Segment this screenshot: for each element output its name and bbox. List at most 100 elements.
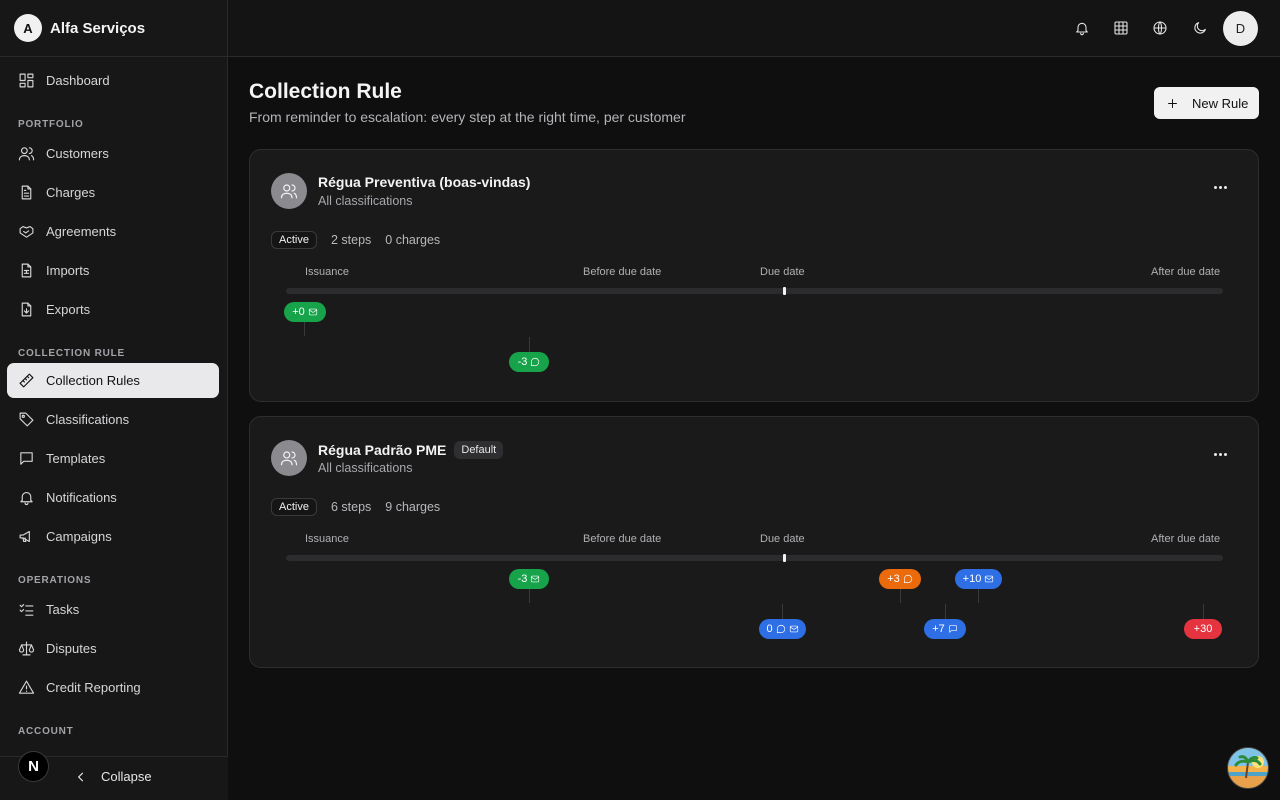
language-button[interactable] [1150, 18, 1170, 38]
theme-toggle[interactable] [1190, 18, 1210, 38]
section-portfolio: PORTFOLIO [18, 119, 84, 130]
dev-tools-badge[interactable]: N [18, 751, 49, 782]
timeline-label-issuance: Issuance [305, 266, 350, 278]
marker-stem [978, 587, 979, 603]
sidebar-item-disputes[interactable]: Disputes [7, 631, 219, 666]
user-avatar[interactable]: D [1223, 11, 1258, 46]
timeline-step[interactable]: +0 [284, 302, 326, 322]
timeline-label-after-due: After due date [1151, 533, 1221, 545]
chat-icon [776, 624, 785, 634]
beach-avatar-image [1228, 748, 1268, 788]
sidebar-item-label: Disputes [46, 641, 97, 656]
marker-stem [1203, 604, 1204, 620]
ruler-icon [19, 373, 34, 388]
workspace-switcher[interactable]: A Alfa Serviços [0, 0, 228, 57]
sidebar-item-exports[interactable]: Exports [7, 292, 219, 327]
timeline-step[interactable]: 0 [759, 619, 806, 639]
marker-stem [304, 320, 305, 336]
sidebar-item-collection-rules[interactable]: Collection Rules [7, 363, 219, 398]
steps-count: 6 steps [330, 500, 372, 514]
marker-stem [900, 587, 901, 603]
rule-name: Régua Preventiva (boas-vindas) [318, 174, 531, 190]
due-date-marker [783, 287, 786, 295]
assistant-avatar[interactable] [1227, 747, 1269, 789]
timeline-step[interactable]: -3 [509, 352, 549, 372]
sidebar-item-imports[interactable]: Imports [7, 253, 219, 288]
rule-card[interactable]: Régua Preventiva (boas-vindas) All class… [249, 149, 1259, 402]
default-badge: Default [454, 441, 504, 459]
apps-button[interactable] [1111, 18, 1131, 38]
megaphone-icon [19, 530, 30, 543]
marker-stem [529, 587, 530, 603]
collapse-button[interactable]: Collapse [74, 769, 152, 784]
file-spreadsheet-icon [21, 263, 32, 278]
sidebar-item-templates[interactable]: Templates [7, 441, 219, 476]
step-offset: -3 [517, 573, 528, 585]
timeline-track [286, 555, 1223, 561]
sidebar-item-campaigns[interactable]: Campaigns [7, 519, 219, 554]
sidebar-item-credit-reporting[interactable]: Credit Reporting [7, 670, 219, 705]
sidebar-item-label: Imports [46, 263, 90, 278]
chevron-left-icon [77, 772, 84, 781]
rule-title: Régua Padrão PME Default [318, 441, 504, 459]
sidebar-item-label: Campaigns [46, 529, 112, 544]
sidebar-item-label: Agreements [46, 224, 117, 239]
more-options-button[interactable] [1210, 447, 1230, 461]
timeline-label-after-due: After due date [1151, 266, 1221, 278]
step-offset: +7 [932, 623, 945, 635]
timeline-step[interactable]: +30 [1184, 619, 1222, 639]
sidebar-item-customers[interactable]: Customers [7, 136, 219, 171]
notifications-button[interactable] [1072, 18, 1092, 38]
sidebar-item-charges[interactable]: Charges [7, 175, 219, 210]
timeline-label-due: Due date [760, 266, 805, 278]
sidebar-item-agreements[interactable]: Agreements [7, 214, 219, 249]
sidebar-item-tasks[interactable]: Tasks [7, 592, 219, 627]
sidebar-item-label: Tasks [46, 602, 80, 617]
charges-count: 9 charges [385, 500, 441, 514]
sidebar-item-classifications[interactable]: Classifications [7, 402, 219, 437]
workspace-avatar: A [14, 14, 42, 42]
step-offset: +10 [962, 573, 982, 585]
message-square-icon [20, 452, 33, 465]
file-down-icon [21, 302, 32, 317]
chat-icon [903, 574, 912, 584]
sidebar-item-dashboard[interactable]: Dashboard [7, 63, 219, 98]
step-offset: -3 [517, 356, 528, 368]
scale-icon [18, 641, 35, 656]
rule-name: Régua Padrão PME [318, 442, 447, 458]
more-options-button[interactable] [1210, 180, 1230, 194]
moon-icon [1194, 22, 1206, 34]
new-rule-button[interactable]: New Rule [1154, 87, 1259, 119]
status-badge: Active [271, 498, 317, 516]
step-offset: +30 [1193, 623, 1213, 635]
sidebar-item-label: Dashboard [46, 73, 110, 88]
plus-icon [1168, 98, 1177, 108]
timeline-step[interactable]: +7 [924, 619, 966, 639]
timeline-step[interactable]: -3 [509, 569, 549, 589]
section-collection-rule: COLLECTION RULE [18, 348, 125, 359]
rule-avatar [271, 173, 307, 209]
charges-count: 0 charges [385, 233, 441, 247]
step-offset: +3 [887, 573, 900, 585]
marker-stem [782, 604, 783, 620]
timeline-step[interactable]: +3 [879, 569, 921, 589]
users-icon [280, 184, 298, 199]
marker-stem [529, 337, 530, 353]
rule-meta: Active 6 steps 9 charges [271, 498, 440, 516]
sidebar-item-label: Collection Rules [46, 373, 140, 388]
collapse-label: Collapse [101, 769, 152, 784]
dashboard-icon [19, 73, 34, 88]
timeline-label-issuance: Issuance [305, 533, 350, 545]
page-subtitle: From reminder to escalation: every step … [249, 109, 686, 125]
sidebar-item-notifications[interactable]: Notifications [7, 480, 219, 515]
timeline-label-before-due: Before due date [583, 533, 662, 545]
alert-triangle-icon [18, 680, 35, 694]
sidebar-item-label: Charges [46, 185, 96, 200]
timeline-step[interactable]: +10 [955, 569, 1002, 589]
section-account: ACCOUNT [18, 726, 74, 737]
new-rule-label: New Rule [1192, 95, 1249, 111]
message-square-icon [949, 625, 957, 633]
mail-icon [789, 625, 798, 633]
rule-card[interactable]: Régua Padrão PME Default All classificat… [249, 416, 1259, 668]
users-icon [280, 451, 298, 466]
